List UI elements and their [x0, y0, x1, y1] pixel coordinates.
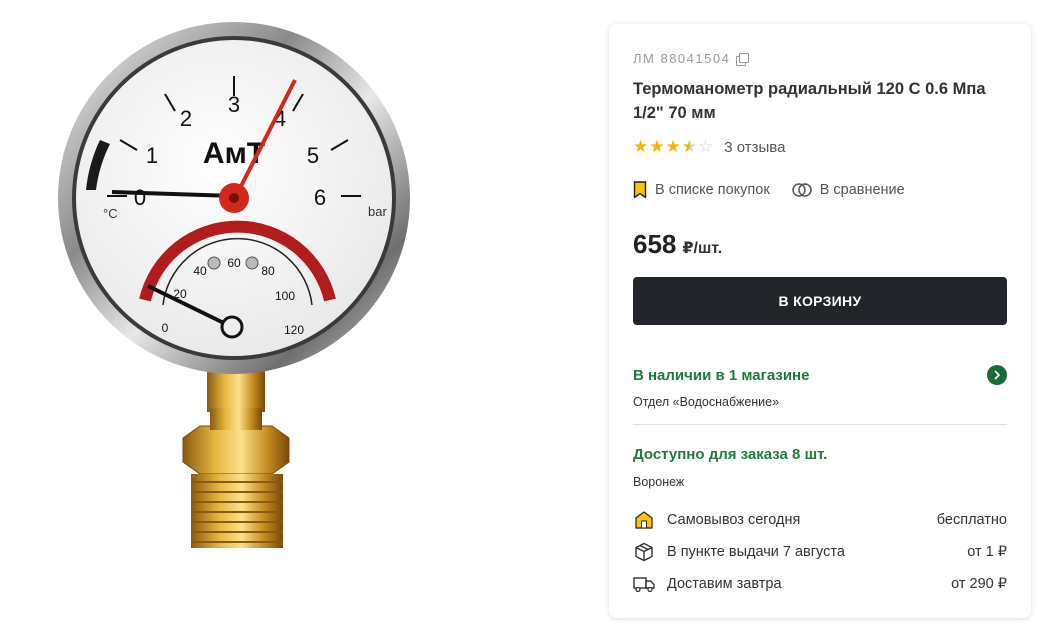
star-icon: ★	[649, 137, 665, 156]
chevron-right-icon[interactable]	[987, 365, 1007, 385]
delivery-label: Доставим завтра	[667, 576, 782, 592]
pickup-store-icon	[633, 509, 655, 531]
delivery-price: от 290 ₽	[951, 576, 1007, 592]
order-title: Доступно для заказа 8 шт.	[633, 446, 828, 463]
delivery-row: В пункте выдачи 7 августа от 1 ₽	[633, 536, 1007, 568]
delivery-options: Самовывоз сегодня бесплатно В пункте выд…	[633, 504, 1007, 600]
svg-text:80: 80	[261, 264, 275, 278]
delivery-label: В пункте выдачи 7 августа	[667, 544, 845, 560]
availability-title[interactable]: В наличии в 1 магазине	[633, 367, 809, 384]
star-icon: ★	[633, 137, 649, 156]
divider	[633, 424, 1007, 425]
svg-text:100: 100	[275, 289, 295, 303]
delivery-price: бесплатно	[936, 512, 1007, 528]
svg-text:0: 0	[134, 185, 146, 210]
product-image[interactable]: 0 1 2 3 4 5 6 bar °C АмТ 0 20 40 60 80 1…	[0, 0, 600, 635]
price-value: 658	[633, 229, 677, 259]
rating: ★ ★ ★ ★ ☆ 3 отзыва	[633, 138, 785, 156]
price: 658 ₽/шт.	[633, 229, 722, 260]
delivery-row: Доставим завтра от 290 ₽	[633, 568, 1007, 600]
thermomanometer-photo: 0 1 2 3 4 5 6 bar °C АмТ 0 20 40 60 80 1…	[58, 22, 410, 548]
svg-text:5: 5	[307, 143, 319, 168]
product-actions: В списке покупок В сравнение	[633, 181, 905, 199]
order-city[interactable]: Воронеж	[633, 475, 1007, 489]
bookmark-icon	[633, 181, 647, 199]
compare-icon	[791, 183, 812, 197]
sku-row: ЛМ 88041504	[633, 51, 750, 66]
star-half-icon: ★	[681, 137, 697, 156]
delivery-label: Самовывоз сегодня	[667, 512, 801, 528]
svg-text:40: 40	[193, 264, 207, 278]
svg-text:°C: °C	[103, 206, 118, 221]
star-empty-icon: ☆	[698, 137, 714, 156]
svg-text:120: 120	[284, 323, 304, 337]
svg-text:3: 3	[228, 92, 240, 117]
availability: В наличии в 1 магазине Отдел «Водоснабже…	[633, 365, 1007, 409]
shopping-list-label: В списке покупок	[655, 182, 770, 198]
product-title: Термоманометр радиальный 120 С 0.6 Мпа 1…	[633, 80, 986, 122]
svg-text:bar: bar	[368, 204, 387, 219]
price-unit: ₽/шт.	[682, 240, 723, 257]
reviews-link[interactable]: 3 отзыва	[724, 139, 785, 156]
shopping-list-button[interactable]: В списке покупок	[633, 181, 770, 199]
compare-button[interactable]: В сравнение	[791, 181, 905, 199]
svg-text:0: 0	[162, 321, 169, 335]
parcel-box-icon	[633, 541, 655, 563]
sku-code: ЛМ 88041504	[633, 51, 731, 66]
add-to-cart-button[interactable]: В КОРЗИНУ	[633, 277, 1007, 325]
svg-text:1: 1	[146, 143, 158, 168]
thread	[191, 474, 283, 548]
copy-icon[interactable]	[736, 52, 750, 66]
star-icon: ★	[665, 137, 681, 156]
hex-nut	[182, 425, 290, 475]
truck-icon	[633, 573, 655, 595]
delivery-price: от 1 ₽	[967, 544, 1007, 560]
svg-text:6: 6	[314, 185, 326, 210]
svg-text:60: 60	[227, 256, 241, 270]
svg-text:2: 2	[180, 106, 192, 131]
product-card: ЛМ 88041504 Термоманометр радиальный 120…	[609, 24, 1031, 618]
order-info: Доступно для заказа 8 шт. Воронеж	[633, 446, 1007, 489]
delivery-row: Самовывоз сегодня бесплатно	[633, 504, 1007, 536]
compare-label: В сравнение	[819, 182, 905, 198]
availability-department: Отдел «Водоснабжение»	[633, 395, 780, 409]
